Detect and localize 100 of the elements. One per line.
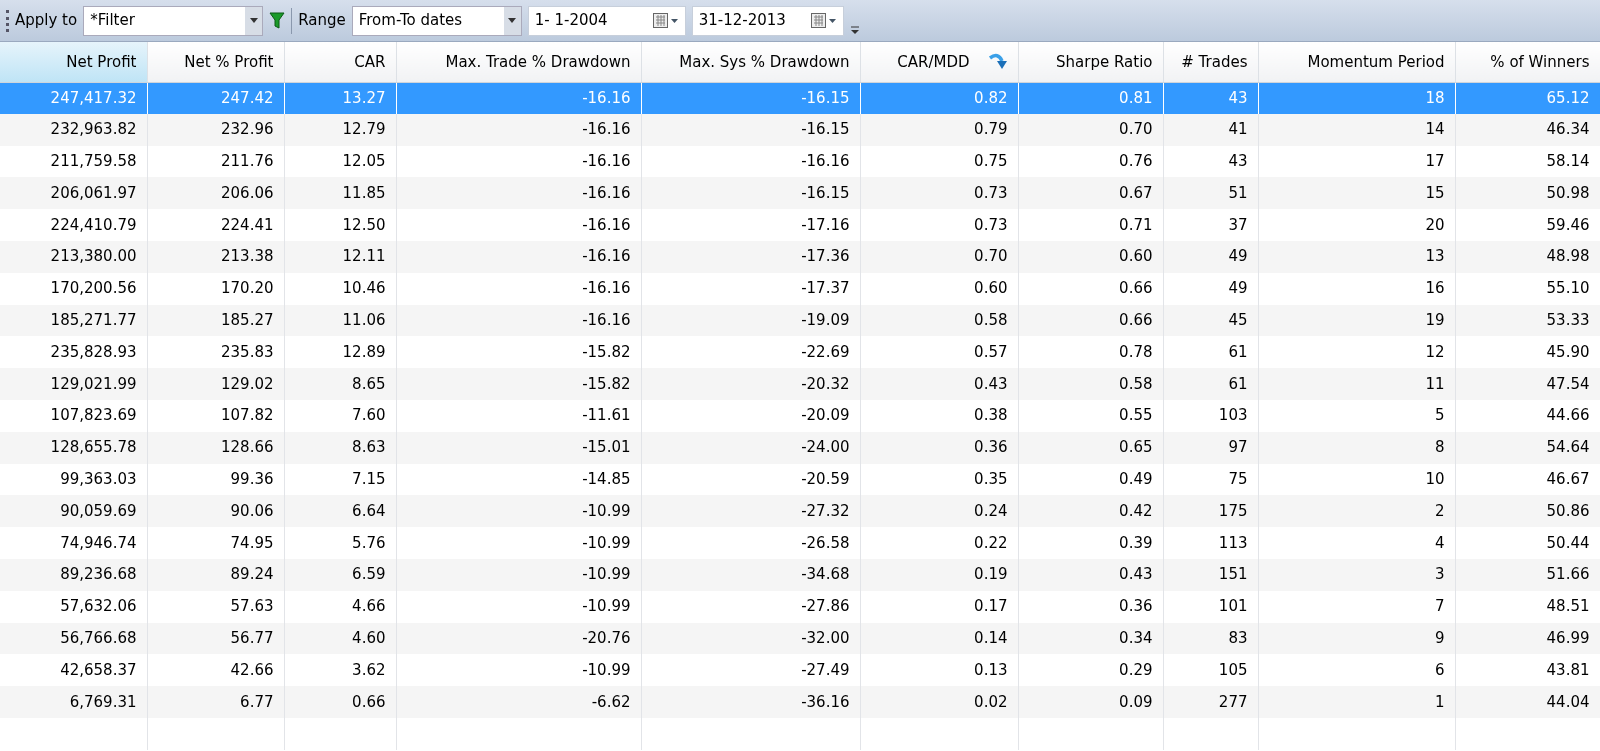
table-cell: 107.82 xyxy=(147,399,284,432)
table-cell: 89.24 xyxy=(147,558,284,591)
column-header[interactable]: CAR xyxy=(284,42,396,82)
table-cell: 185,271.77 xyxy=(0,304,147,337)
table-cell: 16 xyxy=(1258,272,1455,305)
table-row[interactable]: 57,632.06 57.63 4.66 -10.99 -27.86 0.17 0.36 101 7 48.51 xyxy=(0,590,1600,623)
table-cell: 56,766.68 xyxy=(0,622,147,655)
table-cell: 11 xyxy=(1258,368,1455,400)
table-cell: 44.66 xyxy=(1455,399,1600,432)
table-cell: 5.76 xyxy=(284,527,396,559)
table-cell: -27.86 xyxy=(641,590,860,623)
table-cell: 0.66 xyxy=(284,686,396,718)
table-cell: 0.60 xyxy=(1018,241,1163,273)
table-row[interactable]: 224,410.79 224.41 12.50 -16.16 -17.16 0.73 0.71 37 20 59.46 xyxy=(0,209,1600,241)
table-cell: -26.58 xyxy=(641,527,860,559)
table-row[interactable]: 232,963.82 232.96 12.79 -16.16 -16.15 0.79 0.70 41 14 46.34 xyxy=(0,113,1600,146)
column-header[interactable]: Max. Sys % Drawdown xyxy=(641,42,860,82)
table-row[interactable]: 107,823.69 107.82 7.60 -11.61 -20.09 0.38 0.55 103 5 44.66 xyxy=(0,399,1600,432)
filter-icon[interactable] xyxy=(269,11,286,30)
table-row[interactable]: 74,946.74 74.95 5.76 -10.99 -26.58 0.22 0.39 113 4 50.44 xyxy=(0,527,1600,559)
table-cell: 232,963.82 xyxy=(0,113,147,146)
table-cell: 0.82 xyxy=(860,82,1018,114)
table-cell: 0.66 xyxy=(1018,272,1163,305)
table-cell: 45 xyxy=(1163,304,1258,337)
table-cell: 101 xyxy=(1163,590,1258,623)
apply-to-label: Apply to xyxy=(15,10,78,32)
table-cell: 49 xyxy=(1163,241,1258,273)
table-cell: 47.54 xyxy=(1455,368,1600,400)
table-row[interactable]: 6,769.31 6.77 0.66 -6.62 -36.16 0.02 0.09 277 1 44.04 xyxy=(0,686,1600,718)
table-cell: 6.59 xyxy=(284,558,396,591)
table-cell: 103 xyxy=(1163,399,1258,432)
table-cell: 7.60 xyxy=(284,399,396,432)
table-cell: 8 xyxy=(1258,431,1455,464)
table-cell: 0.38 xyxy=(860,399,1018,432)
table-row[interactable]: 128,655.78 128.66 8.63 -15.01 -24.00 0.36 0.65 97 8 54.64 xyxy=(0,431,1600,464)
column-header[interactable]: % of Winners xyxy=(1455,42,1600,82)
filter-dropdown[interactable]: *Filter xyxy=(83,5,264,36)
table-cell: 0.34 xyxy=(1018,622,1163,655)
column-header[interactable]: Net Profit xyxy=(0,42,147,82)
column-header[interactable]: Momentum Period xyxy=(1258,42,1455,82)
table-cell: 13 xyxy=(1258,241,1455,273)
table-row[interactable]: 56,766.68 56.77 4.60 -20.76 -32.00 0.14 0.34 83 9 46.99 xyxy=(0,622,1600,655)
table-cell: 74.95 xyxy=(147,527,284,559)
table-cell: -15.01 xyxy=(396,431,641,464)
column-header[interactable]: Net % Profit xyxy=(147,42,284,82)
table-row[interactable]: 89,236.68 89.24 6.59 -10.99 -34.68 0.19 0.43 151 3 51.66 xyxy=(0,558,1600,591)
table-cell: 55.10 xyxy=(1455,272,1600,305)
table-cell: 113 xyxy=(1163,527,1258,559)
table-cell: 0.73 xyxy=(860,209,1018,241)
table-row[interactable]: 185,271.77 185.27 11.06 -16.16 -19.09 0.58 0.66 45 19 53.33 xyxy=(0,304,1600,337)
table-cell: 129,021.99 xyxy=(0,368,147,400)
table-row[interactable]: 129,021.99 129.02 8.65 -15.82 -20.32 0.43 0.58 61 11 47.54 xyxy=(0,368,1600,400)
table-cell: 151 xyxy=(1163,558,1258,591)
table-cell: 48.98 xyxy=(1455,241,1600,273)
range-dropdown[interactable]: From-To dates xyxy=(351,5,522,36)
table-cell: 3 xyxy=(1258,558,1455,591)
toolbar-grip-icon[interactable] xyxy=(6,9,9,32)
table-cell: 185.27 xyxy=(147,304,284,337)
table-cell: 61 xyxy=(1163,368,1258,400)
sort-arrow-icon xyxy=(987,53,1008,71)
table-cell: 57.63 xyxy=(147,590,284,623)
table-row[interactable]: 206,061.97 206.06 11.85 -16.16 -16.15 0.73 0.67 51 15 50.98 xyxy=(0,177,1600,210)
table-cell: -10.99 xyxy=(396,527,641,559)
table-row[interactable]: 170,200.56 170.20 10.46 -16.16 -17.37 0.60 0.66 49 16 55.10 xyxy=(0,272,1600,305)
table-cell: -17.36 xyxy=(641,241,860,273)
table-cell: 0.43 xyxy=(1018,558,1163,591)
table-cell: 0.79 xyxy=(860,113,1018,146)
from-date-field[interactable]: 1- 1-2004 xyxy=(527,5,686,36)
table-cell: 129.02 xyxy=(147,368,284,400)
table-row[interactable]: 90,059.69 90.06 6.64 -10.99 -27.32 0.24 0.42 175 2 50.86 xyxy=(0,495,1600,528)
table-cell: 44.04 xyxy=(1455,686,1600,718)
calendar-icon[interactable] xyxy=(652,12,679,29)
table-cell: 4.60 xyxy=(284,622,396,655)
table-cell: 128.66 xyxy=(147,431,284,464)
table-cell: 65.12 xyxy=(1455,82,1600,114)
table-cell: 247.42 xyxy=(147,82,284,114)
table-cell: -16.16 xyxy=(396,241,641,273)
overflow-icon[interactable] xyxy=(849,25,860,35)
table-cell: 0.19 xyxy=(860,558,1018,591)
table-row[interactable]: 213,380.00 213.38 12.11 -16.16 -17.36 0.70 0.60 49 13 48.98 xyxy=(0,241,1600,273)
to-date-field[interactable]: 31-12-2013 xyxy=(691,5,844,36)
table-cell: -16.16 xyxy=(396,304,641,337)
table-cell: 53.33 xyxy=(1455,304,1600,337)
table-cell: -34.68 xyxy=(641,558,860,591)
table-cell: -36.16 xyxy=(641,686,860,718)
table-cell: 41 xyxy=(1163,113,1258,146)
table-cell: 8.63 xyxy=(284,431,396,464)
column-header[interactable]: # Trades xyxy=(1163,42,1258,82)
table-cell: -16.15 xyxy=(641,82,860,114)
calendar-icon[interactable] xyxy=(810,12,837,29)
table-cell: 56.77 xyxy=(147,622,284,655)
table-cell: 0.02 xyxy=(860,686,1018,718)
table-cell: -16.16 xyxy=(396,272,641,305)
column-header[interactable]: Sharpe Ratio xyxy=(1018,42,1163,82)
table-cell: 7 xyxy=(1258,590,1455,623)
column-header[interactable]: Max. Trade % Drawdown xyxy=(396,42,641,82)
table-cell: 20 xyxy=(1258,209,1455,241)
table-cell: 59.46 xyxy=(1455,209,1600,241)
column-header[interactable]: CAR/MDD xyxy=(860,42,1018,82)
table-cell: 0.39 xyxy=(1018,527,1163,559)
